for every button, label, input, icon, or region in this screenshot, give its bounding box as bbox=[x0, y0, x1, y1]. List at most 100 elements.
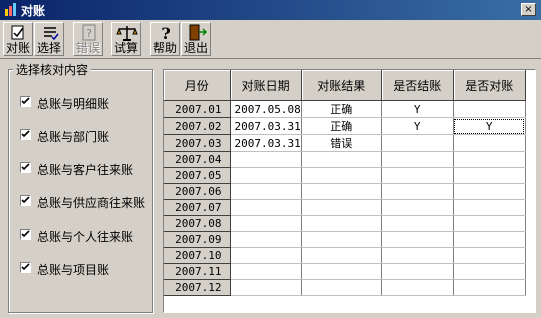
table-row[interactable]: 2007.03 2007.03.31 错误 bbox=[164, 134, 526, 152]
month-cell[interactable]: 2007.08 bbox=[164, 215, 231, 232]
exit-button[interactable]: 退出 bbox=[181, 22, 211, 56]
closed-cell[interactable]: Y bbox=[381, 117, 454, 135]
reconciled-cell[interactable] bbox=[453, 199, 526, 216]
reconcile-date-cell[interactable] bbox=[230, 263, 302, 280]
reconcile-result-cell[interactable] bbox=[301, 263, 382, 280]
month-cell[interactable]: 2007.10 bbox=[164, 247, 231, 264]
reconciled-cell[interactable] bbox=[453, 134, 526, 152]
checkbox[interactable] bbox=[20, 195, 31, 206]
reconcile-result-cell[interactable] bbox=[301, 279, 382, 296]
reconcile-result-cell[interactable] bbox=[301, 247, 382, 264]
month-cell[interactable]: 2007.04 bbox=[164, 151, 231, 168]
reconcile-date-cell[interactable] bbox=[230, 215, 302, 232]
reconcile-date-cell[interactable] bbox=[230, 231, 302, 248]
reconciled-cell[interactable] bbox=[453, 183, 526, 200]
month-cell[interactable]: 2007.07 bbox=[164, 199, 231, 216]
checkbox[interactable] bbox=[20, 162, 31, 173]
reconciled-cell[interactable] bbox=[453, 231, 526, 248]
check-options-legend: 选择核对内容 bbox=[13, 61, 92, 78]
reconcile-result-cell[interactable]: 错误 bbox=[301, 134, 382, 152]
table-row[interactable]: 2007.09 bbox=[164, 231, 526, 248]
month-cell[interactable]: 2007.12 bbox=[164, 279, 231, 296]
reconcile-date-cell[interactable] bbox=[230, 279, 302, 296]
column-header-month[interactable]: 月份 bbox=[164, 70, 231, 101]
reconcile-result-cell[interactable] bbox=[301, 167, 382, 184]
table-row[interactable]: 2007.04 bbox=[164, 151, 526, 168]
checkbox[interactable] bbox=[20, 96, 31, 107]
select-button[interactable]: 选择 bbox=[34, 22, 64, 56]
reconcile-result-cell[interactable] bbox=[301, 199, 382, 216]
checkbox[interactable] bbox=[20, 229, 31, 240]
column-header-reconcile-date[interactable]: 对账日期 bbox=[230, 70, 302, 101]
reconcile-result-cell[interactable] bbox=[301, 151, 382, 168]
column-header-reconciled[interactable]: 是否对账 bbox=[453, 70, 526, 101]
error-label: 错误 bbox=[75, 41, 100, 55]
column-header-closed[interactable]: 是否结账 bbox=[381, 70, 454, 101]
month-cell[interactable]: 2007.02 bbox=[164, 117, 231, 135]
table-row[interactable]: 2007.01 2007.05.08 正确 Y bbox=[164, 100, 526, 118]
reconciled-cell[interactable] bbox=[453, 247, 526, 264]
reconcile-result-cell[interactable] bbox=[301, 215, 382, 232]
table-row[interactable]: 2007.11 bbox=[164, 263, 526, 280]
reconcile-date-cell[interactable] bbox=[230, 167, 302, 184]
closed-cell[interactable] bbox=[381, 199, 454, 216]
reconcile-date-cell[interactable]: 2007.05.08 bbox=[230, 100, 302, 118]
checkbox[interactable] bbox=[20, 262, 31, 273]
check-icon bbox=[21, 230, 30, 238]
reconciled-cell[interactable] bbox=[453, 279, 526, 296]
column-header-reconcile-result[interactable]: 对账结果 bbox=[301, 70, 382, 101]
reconciled-cell[interactable] bbox=[453, 215, 526, 232]
list-icon bbox=[44, 27, 59, 41]
option-label: 总账与部门账 bbox=[37, 130, 110, 144]
reconcile-date-cell[interactable] bbox=[230, 199, 302, 216]
trial-balance-label: 试算 bbox=[113, 41, 138, 55]
closed-cell[interactable]: Y bbox=[381, 100, 454, 118]
reconciliation-grid[interactable]: 月份 对账日期 对账结果 是否结账 是否对账 2007.01 2007.05.08… bbox=[163, 69, 536, 313]
closed-cell[interactable] bbox=[381, 134, 454, 152]
reconcile-date-cell[interactable]: 2007.03.31 bbox=[230, 134, 302, 152]
table-row[interactable]: 2007.02 2007.03.31 正确 Y Y bbox=[164, 117, 526, 135]
closed-cell[interactable] bbox=[381, 279, 454, 296]
reconcile-result-cell[interactable] bbox=[301, 231, 382, 248]
table-row[interactable]: 2007.12 bbox=[164, 279, 526, 296]
table-row[interactable]: 2007.05 bbox=[164, 167, 526, 184]
reconcile-date-cell[interactable] bbox=[230, 183, 302, 200]
closed-cell[interactable] bbox=[381, 263, 454, 280]
closed-cell[interactable] bbox=[381, 167, 454, 184]
month-cell[interactable]: 2007.05 bbox=[164, 167, 231, 184]
reconcile-result-cell[interactable] bbox=[301, 183, 382, 200]
closed-cell[interactable] bbox=[381, 183, 454, 200]
table-row[interactable]: 2007.07 bbox=[164, 199, 526, 216]
month-cell[interactable]: 2007.01 bbox=[164, 100, 231, 118]
reconciled-cell[interactable] bbox=[453, 151, 526, 168]
reconcile-button[interactable]: 对账 bbox=[3, 22, 33, 56]
help-button[interactable]: ? 帮助 bbox=[150, 22, 180, 56]
table-row[interactable]: 2007.06 bbox=[164, 183, 526, 200]
trial-balance-button[interactable]: 试算 bbox=[111, 22, 141, 56]
reconciliation-table: 月份 对账日期 对账结果 是否结账 是否对账 2007.01 2007.05.08… bbox=[164, 70, 526, 296]
table-row[interactable]: 2007.08 bbox=[164, 215, 526, 232]
closed-cell[interactable] bbox=[381, 151, 454, 168]
reconcile-result-cell[interactable]: 正确 bbox=[301, 100, 382, 118]
closed-cell[interactable] bbox=[381, 247, 454, 264]
error-button[interactable]: ? 错误 bbox=[73, 22, 103, 56]
month-cell[interactable]: 2007.06 bbox=[164, 183, 231, 200]
toolbar: 对账 选择 ? 错误 试算 ? 帮助 退出 bbox=[0, 20, 541, 59]
reconciled-cell[interactable] bbox=[453, 167, 526, 184]
close-button[interactable]: × bbox=[521, 3, 536, 16]
reconcile-date-cell[interactable] bbox=[230, 151, 302, 168]
reconcile-date-cell[interactable]: 2007.03.31 bbox=[230, 117, 302, 135]
closed-cell[interactable] bbox=[381, 215, 454, 232]
reconciled-cell[interactable] bbox=[453, 100, 526, 118]
table-row[interactable]: 2007.10 bbox=[164, 247, 526, 264]
reconciled-cell[interactable]: Y bbox=[453, 117, 526, 135]
month-cell[interactable]: 2007.11 bbox=[164, 263, 231, 280]
reconciled-cell[interactable] bbox=[453, 263, 526, 280]
reconcile-result-cell[interactable]: 正确 bbox=[301, 117, 382, 135]
month-cell[interactable]: 2007.09 bbox=[164, 231, 231, 248]
svg-text:?: ? bbox=[86, 27, 92, 40]
month-cell[interactable]: 2007.03 bbox=[164, 134, 231, 152]
checkbox[interactable] bbox=[20, 129, 31, 140]
reconcile-date-cell[interactable] bbox=[230, 247, 302, 264]
closed-cell[interactable] bbox=[381, 231, 454, 248]
